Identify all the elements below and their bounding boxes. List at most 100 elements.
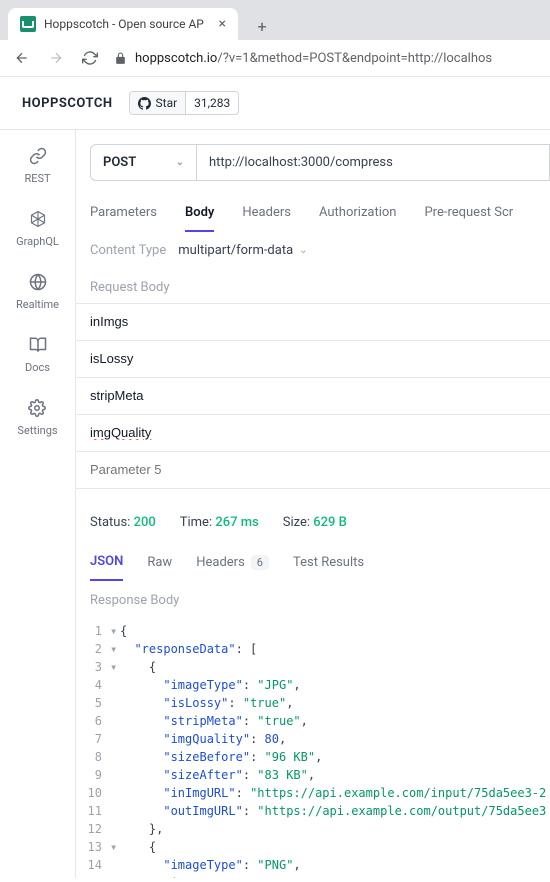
status-value: 200 [134,515,156,530]
time-value: 267 ms [215,515,258,530]
tab-pre-request-scr[interactable]: Pre-request Scr [424,199,513,232]
response-body-title: Response Body [76,581,550,616]
sidebar-item-docs[interactable]: Docs [25,335,50,374]
param-key-input[interactable] [90,351,536,366]
sidebar-item-label: GraphQL [16,235,59,248]
sidebar-item-realtime[interactable]: Realtime [16,272,59,311]
tab-bar: Hoppscotch - Open source AP × + [0,0,550,40]
response-tabs: JSON Raw Headers 6 Test Results [76,542,550,581]
fold-icon[interactable]: ▾ [110,622,120,640]
status-label: Status: [90,515,130,530]
code-line: 3▾ { [76,658,550,676]
param-row [76,304,550,341]
sidebar-item-rest[interactable]: REST [24,146,50,185]
code-line: 1▾{ [76,622,550,640]
github-star-button[interactable]: Star [130,92,187,114]
fold-icon[interactable]: ▾ [110,640,120,658]
book-icon [28,335,48,355]
fold-icon [110,694,120,712]
line-number: 1 [76,622,110,640]
github-star[interactable]: Star 31,283 [129,91,240,115]
app-body: REST GraphQL Realtime Docs Settings POST ⌄ h… [0,130,550,878]
chevron-down-icon: ⌄ [299,245,307,256]
code-line: 2▾ "responseData": [ [76,640,550,658]
tab-headers[interactable]: Headers 6 [196,549,269,580]
fold-icon[interactable]: ▾ [110,838,120,856]
code-line: 4 "imageType": "JPG", [76,676,550,694]
sidebar: REST GraphQL Realtime Docs Settings [0,130,76,878]
line-number: 9 [76,766,110,784]
url-text: hoppscotch.io/?v=1&method=POST&endpoint=… [135,51,492,66]
fold-icon[interactable]: ▾ [110,658,120,676]
content-type-label: Content Type [90,243,166,258]
forward-button[interactable] [46,48,66,68]
main-panel: POST ⌄ http://localhost:3000/compress Pa… [76,130,550,878]
content-type-row: Content Type multipart/form-data ⌄ [76,233,550,268]
sidebar-item-label: Realtime [16,298,59,311]
code-line: 10 "inImgURL": "https://api.example.com/… [76,784,550,802]
tab-json[interactable]: JSON [90,548,123,581]
size-label: Size: [283,515,310,530]
code-line: 13▾ { [76,838,550,856]
code-line: 15 "isLossy": "true", [76,874,550,878]
reload-button[interactable] [80,48,100,68]
tab-headers[interactable]: Headers [242,199,291,232]
response-status: Status: 200 Time: 267 ms Size: 629 B [76,489,550,542]
fold-icon [110,784,120,802]
sidebar-item-settings[interactable]: Settings [17,398,57,437]
fold-icon [110,856,120,874]
back-button[interactable] [12,48,32,68]
tab-body[interactable]: Body [185,199,214,232]
line-number: 8 [76,748,110,766]
sidebar-item-graphql[interactable]: GraphQL [16,209,59,248]
fold-icon [110,802,120,820]
content-type-select[interactable]: multipart/form-data ⌄ [178,243,307,258]
line-number: 6 [76,712,110,730]
endpoint-input[interactable]: http://localhost:3000/compress [196,144,550,181]
line-number: 14 [76,856,110,874]
param-key-input[interactable] [90,462,536,477]
url-bar[interactable]: hoppscotch.io/?v=1&method=POST&endpoint=… [114,51,538,66]
request-bar: POST ⌄ http://localhost:3000/compress [76,130,550,195]
fold-icon [110,730,120,748]
fold-icon [110,748,120,766]
tab-authorization[interactable]: Authorization [319,199,397,232]
sidebar-item-label: Settings [17,424,57,437]
method-select[interactable]: POST ⌄ [90,144,196,181]
browser-chrome: Hoppscotch - Open source AP × + hoppscot… [0,0,550,77]
param-key-input[interactable] [90,388,536,403]
close-icon[interactable]: × [219,16,226,32]
github-star-label: Star [156,96,178,110]
app-header: HOPPSCOTCH Star 31,283 [0,77,550,130]
globe-icon [28,272,48,292]
size-value: 629 B [313,515,347,530]
tab-title: Hoppscotch - Open source AP [44,17,211,31]
graphql-icon [28,209,48,229]
new-tab-button[interactable]: + [248,12,276,40]
line-number: 4 [76,676,110,694]
tab-parameters[interactable]: Parameters [90,199,157,232]
favicon-icon [20,16,36,32]
lock-icon [114,52,127,65]
tab-raw[interactable]: Raw [147,549,172,580]
browser-tab[interactable]: Hoppscotch - Open source AP × [8,8,238,40]
github-icon [138,97,151,110]
code-line: 9 "sizeAfter": "83 KB", [76,766,550,784]
code-line: 12 }, [76,820,550,838]
time-label: Time: [180,515,212,530]
param-key-input[interactable] [90,425,536,440]
line-number: 13 [76,838,110,856]
line-number: 15 [76,874,110,878]
line-number: 12 [76,820,110,838]
nav-bar: hoppscotch.io/?v=1&method=POST&endpoint=… [0,40,550,77]
tab-test-results[interactable]: Test Results [293,549,364,580]
gear-icon [27,398,47,418]
param-row [76,452,550,489]
line-number: 7 [76,730,110,748]
chevron-down-icon: ⌄ [176,157,184,168]
code-line: 7 "imgQuality": 80, [76,730,550,748]
code-line: 14 "imageType": "PNG", [76,856,550,874]
response-code: 1▾{2▾ "responseData": [3▾ {4 "imageType"… [76,616,550,878]
sidebar-item-label: Docs [25,361,50,374]
param-key-input[interactable] [90,314,536,329]
